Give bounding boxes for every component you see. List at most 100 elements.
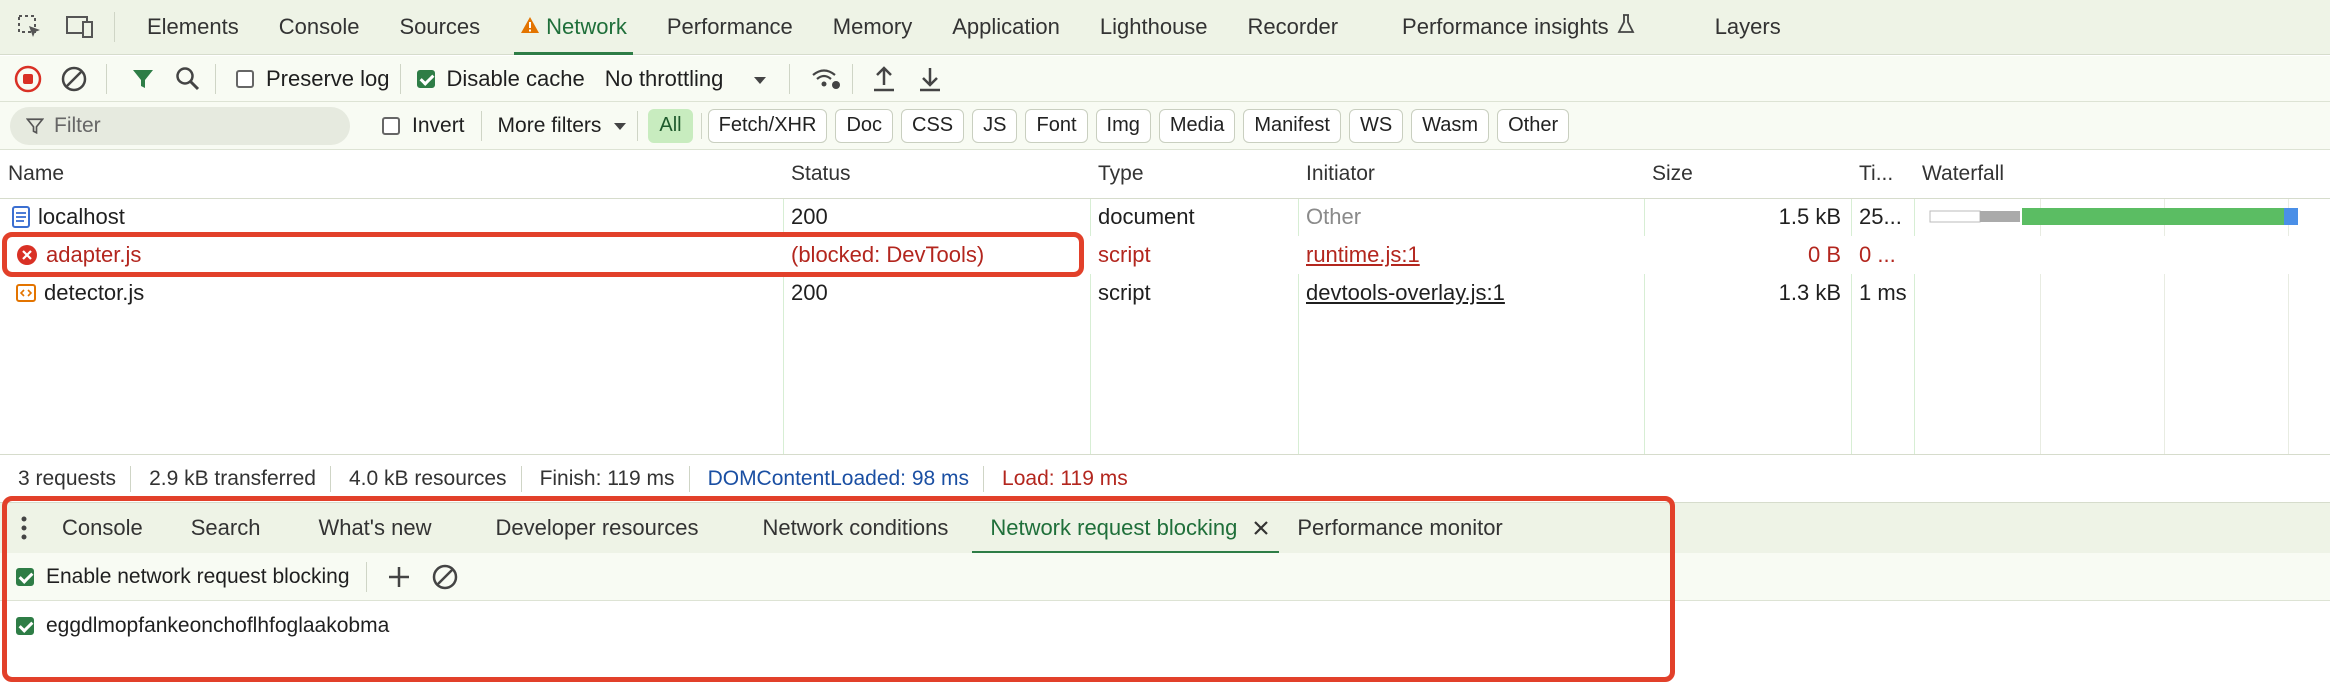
filter-funnel-icon[interactable] <box>131 67 155 91</box>
drawer-tab-console[interactable]: Console <box>28 503 167 554</box>
header-waterfall[interactable]: Waterfall <box>1914 150 2004 198</box>
chip-other[interactable]: Other <box>1497 108 1570 143</box>
tab-application[interactable]: Application <box>932 0 1080 55</box>
tab-performance[interactable]: Performance <box>647 0 813 55</box>
dropdown-arrow-icon <box>613 114 627 138</box>
tab-performance-insights[interactable]: Performance insights <box>1382 0 1655 55</box>
drawer-tab-performance-monitor[interactable]: Performance monitor <box>1279 503 1526 554</box>
tab-lighthouse[interactable]: Lighthouse <box>1080 0 1228 55</box>
summary-requests: 3 requests <box>0 465 132 492</box>
cell-status: 200 <box>791 280 828 305</box>
header-size[interactable]: Size <box>1644 150 1693 198</box>
drawer-tab-network-request-blocking[interactable]: Network request blocking <box>972 503 1280 554</box>
remove-all-patterns-icon[interactable] <box>431 563 459 591</box>
header-time[interactable]: Ti... <box>1851 150 1893 198</box>
more-tools-kebab-icon[interactable] <box>20 515 28 541</box>
filter-bar: Filter Invert More filters All Fetch/XHR… <box>0 102 2330 150</box>
pattern-checkbox[interactable] <box>16 617 34 635</box>
dropdown-arrow-icon <box>753 66 767 92</box>
header-type[interactable]: Type <box>1090 150 1144 198</box>
chip-js[interactable]: JS <box>972 108 1018 143</box>
table-header: Name Status Type Initiator Size Ti... Wa… <box>0 150 2330 199</box>
request-blocking-toolbar: Enable network request blocking <box>0 553 2330 601</box>
close-tab-icon[interactable] <box>1253 520 1269 536</box>
requests-table: Name Status Type Initiator Size Ti... Wa… <box>0 150 2330 455</box>
table-row[interactable]: localhost 200 document Other 1.5 kB 25..… <box>0 198 2330 236</box>
disable-cache-label: Disable cache <box>446 65 585 91</box>
drawer-tab-developer-resources[interactable]: Developer resources <box>455 503 722 554</box>
add-pattern-icon[interactable] <box>387 565 411 589</box>
table-row[interactable]: detector.js 200 script devtools-overlay.… <box>0 274 2330 312</box>
tab-console[interactable]: Console <box>259 0 380 55</box>
cell-initiator-link[interactable]: runtime.js:1 <box>1298 236 1644 274</box>
network-conditions-icon[interactable] <box>810 66 842 92</box>
request-name: adapter.js <box>46 242 142 267</box>
tab-network[interactable]: Network <box>500 0 647 55</box>
tab-sources[interactable]: Sources <box>379 0 500 55</box>
cell-type: script <box>1098 280 1151 305</box>
chip-font[interactable]: Font <box>1025 108 1088 143</box>
filter-placeholder: Filter <box>54 113 101 137</box>
divider <box>700 112 702 139</box>
chip-all[interactable]: All <box>648 108 693 143</box>
inspect-element-icon[interactable] <box>14 11 46 43</box>
cell-initiator-link[interactable]: devtools-overlay.js:1 <box>1298 274 1644 312</box>
stop-recording-icon[interactable] <box>14 65 42 93</box>
divider <box>106 63 107 94</box>
cell-name: adapter.js <box>0 236 783 274</box>
tab-elements[interactable]: Elements <box>127 0 259 55</box>
chip-media[interactable]: Media <box>1158 108 1236 143</box>
chip-doc[interactable]: Doc <box>835 108 894 143</box>
throttling-select[interactable]: No throttling <box>605 66 768 92</box>
header-name[interactable]: Name <box>0 150 64 198</box>
cell-status: 200 <box>791 204 828 229</box>
invert-label: Invert <box>412 113 465 137</box>
divider <box>365 561 367 592</box>
chip-manifest[interactable]: Manifest <box>1243 108 1341 143</box>
filter-input[interactable]: Filter <box>10 106 350 145</box>
chip-wasm[interactable]: Wasm <box>1411 108 1490 143</box>
preserve-log-label: Preserve log <box>266 65 390 91</box>
search-icon[interactable] <box>175 66 201 92</box>
chip-fetch-xhr[interactable]: Fetch/XHR <box>707 108 828 143</box>
chip-css[interactable]: CSS <box>901 108 965 143</box>
import-har-icon[interactable] <box>871 65 897 93</box>
export-har-icon[interactable] <box>917 65 943 93</box>
disable-cache-checkbox[interactable] <box>416 69 435 88</box>
clear-icon[interactable] <box>60 65 88 93</box>
filter-funnel-icon <box>26 117 44 135</box>
throttling-value: No throttling <box>604 65 724 91</box>
cell-type: script <box>1098 242 1151 267</box>
header-status[interactable]: Status <box>783 150 851 198</box>
more-filters-button[interactable]: More filters <box>498 114 628 138</box>
tab-recorder[interactable]: Recorder <box>1228 0 1358 55</box>
drawer-tab-whats-new[interactable]: What's new <box>284 503 455 554</box>
summary-bar: 3 requests 2.9 kB transferred 4.0 kB res… <box>0 456 2330 501</box>
tab-memory[interactable]: Memory <box>813 0 932 55</box>
divider <box>114 12 115 42</box>
waterfall-bar <box>1929 208 2298 225</box>
more-filters-label: More filters <box>497 113 602 137</box>
device-toolbar-icon[interactable] <box>64 11 96 43</box>
request-name: localhost <box>38 204 125 229</box>
summary-load: Load: 119 ms <box>1002 466 1128 490</box>
table-row-blocked[interactable]: adapter.js (blocked: DevTools) script ru… <box>0 236 2330 274</box>
chip-ws[interactable]: WS <box>1348 108 1404 143</box>
chip-img[interactable]: Img <box>1095 108 1151 143</box>
header-initiator[interactable]: Initiator <box>1298 150 1375 198</box>
drawer-tab-search[interactable]: Search <box>167 503 285 554</box>
tab-layers[interactable]: Layers <box>1695 0 1801 55</box>
blocked-pattern-item[interactable]: eggdlmopfankeonchoflhfoglaakobma <box>16 614 389 638</box>
cell-status: (blocked: DevTools) <box>791 242 985 267</box>
divider <box>399 63 401 94</box>
blocked-patterns-list: eggdlmopfankeonchoflhfoglaakobma <box>0 602 2330 690</box>
experiment-flask-icon <box>1617 14 1635 40</box>
preserve-log-checkbox[interactable] <box>236 69 254 88</box>
cell-name: localhost <box>0 198 783 236</box>
cell-size: 1.5 kB <box>1778 204 1841 229</box>
invert-checkbox[interactable] <box>382 116 400 135</box>
enable-blocking-checkbox[interactable] <box>16 567 34 586</box>
cell-time: 1 ms <box>1859 280 1907 305</box>
drawer-tab-network-conditions[interactable]: Network conditions <box>722 503 972 554</box>
cell-time: 25... <box>1859 204 1902 229</box>
